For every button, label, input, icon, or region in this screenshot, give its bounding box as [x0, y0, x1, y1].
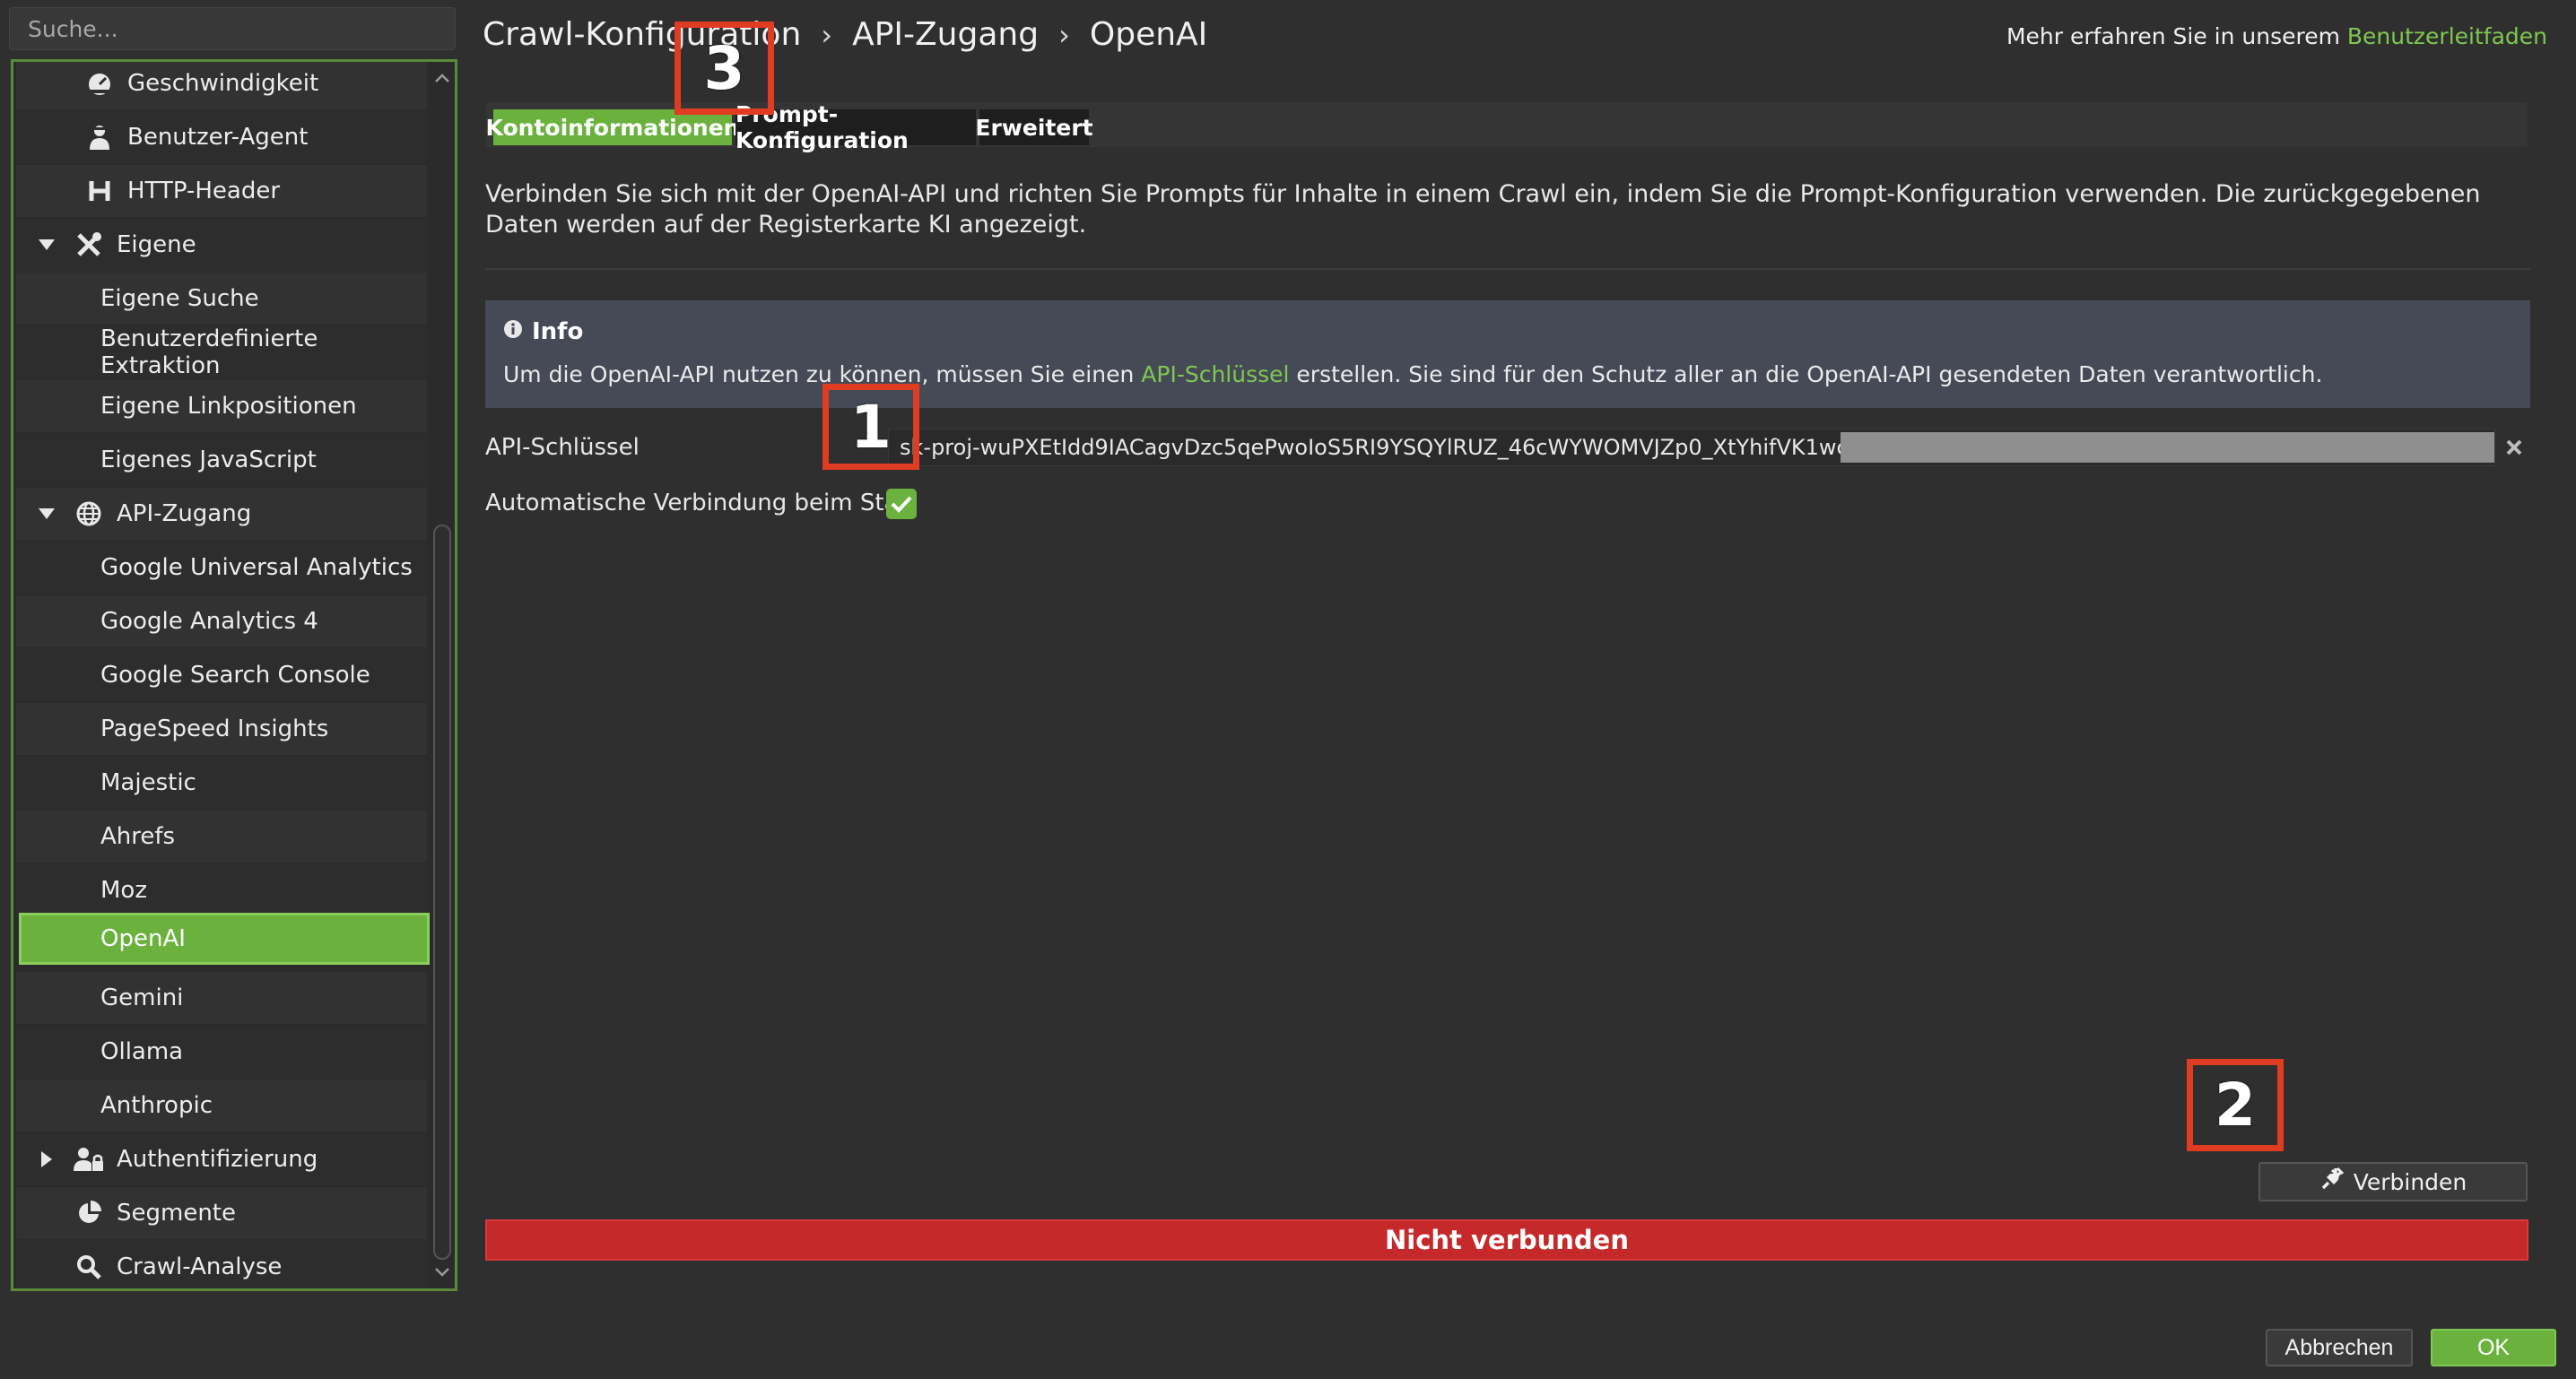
sidebar-item-http-header[interactable]: HTTP-Header — [16, 165, 427, 217]
globe-icon — [74, 499, 104, 529]
api-key-label: API-Schlüssel — [485, 434, 640, 461]
search-input[interactable] — [9, 7, 456, 50]
sidebar-item-google-analytics-4[interactable]: Google Analytics 4 — [16, 595, 427, 647]
sidebar-item-segmente[interactable]: Segmente — [16, 1187, 427, 1239]
header-icon — [84, 176, 115, 206]
sidebar-item-benutzerdefinierte-extraktion[interactable]: Benutzerdefinierte Extraktion — [16, 325, 427, 379]
sidebar-item-ahrefs[interactable]: Ahrefs — [16, 811, 427, 863]
api-key-link[interactable]: API-Schlüssel — [1141, 361, 1289, 387]
user-lock-icon — [74, 1144, 104, 1175]
auto-connect-checkbox[interactable] — [886, 489, 917, 519]
sidebar-tree: Geschwindigkeit Benutzer-Agent HTTP-Head… — [11, 59, 457, 1291]
sidebar-item-crawl-analyse[interactable]: Crawl-Analyse — [16, 1241, 427, 1288]
user-guide-link[interactable]: Benutzerleitfaden — [2347, 23, 2547, 49]
sidebar-item-pagespeed-insights[interactable]: PageSpeed Insights — [16, 703, 427, 755]
sidebar-item-benutzer-agent[interactable]: Benutzer-Agent — [16, 111, 427, 163]
sidebar-item-api-zugang[interactable]: API-Zugang — [16, 488, 427, 540]
description-text: Verbinden Sie sich mit der OpenAI-API un… — [485, 180, 2481, 239]
user-agent-icon — [84, 122, 115, 152]
sidebar-item-moz[interactable]: Moz — [16, 864, 427, 916]
cancel-button[interactable]: Abbrechen — [2266, 1329, 2413, 1366]
sidebar-item-eigene-suche[interactable]: Eigene Suche — [16, 273, 427, 325]
tab-prompt-konfiguration[interactable]: Prompt-Konfiguration — [735, 101, 976, 153]
breadcrumb-separator: › — [1058, 17, 1070, 52]
connect-button[interactable]: Verbinden — [2258, 1162, 2528, 1201]
breadcrumb: Crawl-Konfiguration › API-Zugang › OpenA… — [483, 16, 1207, 53]
tools-icon — [74, 230, 104, 260]
scrollbar-thumb[interactable] — [433, 525, 451, 1260]
sidebar-item-gemini[interactable]: Gemini — [16, 972, 427, 1024]
sidebar-item-majestic[interactable]: Majestic — [16, 757, 427, 809]
breadcrumb-item[interactable]: API-Zugang — [852, 16, 1039, 53]
sidebar-item-openai[interactable]: OpenAI — [19, 913, 430, 965]
sidebar-item-google-universal-analytics[interactable]: Google Universal Analytics — [16, 542, 427, 594]
sidebar-item-google-search-console[interactable]: Google Search Console — [16, 649, 427, 701]
annotation-marker-1: 1 — [822, 384, 919, 470]
auto-connect-label: Automatische Verbindung beim Start — [485, 490, 918, 516]
annotation-marker-2: 2 — [2187, 1059, 2284, 1151]
breadcrumb-separator: › — [821, 17, 833, 52]
sidebar-item-anthropic[interactable]: Anthropic — [16, 1080, 427, 1132]
info-box: Info Um die OpenAI-API nutzen zu können,… — [485, 300, 2530, 408]
sidebar-item-ollama[interactable]: Ollama — [16, 1026, 427, 1078]
tab-erweitert[interactable]: Erweitert — [975, 109, 1093, 145]
connection-status: Nicht verbunden — [485, 1219, 2528, 1261]
tab-bar: Kontoinformationen Prompt-Konfiguration … — [486, 101, 2528, 153]
sidebar-item-geschwindigkeit[interactable]: Geschwindigkeit — [16, 62, 427, 109]
scroll-up-icon[interactable] — [431, 67, 453, 89]
speedometer-icon — [84, 68, 115, 99]
api-key-field[interactable]: sk-proj-wuPXEtIdd9IACagvDzc5qePwoIoS5RI9… — [888, 429, 2495, 466]
chevron-down-icon[interactable] — [34, 501, 59, 526]
ok-button[interactable]: OK — [2431, 1329, 2556, 1366]
api-key-value: sk-proj-wuPXEtIdd9IACagvDzc5qePwoIoS5RI9… — [900, 435, 1849, 460]
info-title: Info — [503, 318, 583, 345]
info-icon — [503, 318, 523, 345]
search-icon — [74, 1252, 104, 1282]
sidebar-item-eigenes-javascript[interactable]: Eigenes JavaScript — [16, 434, 427, 486]
sidebar-item-authentifizierung[interactable]: Authentifizierung — [16, 1133, 427, 1185]
scroll-down-icon[interactable] — [431, 1262, 453, 1283]
sidebar-item-eigene[interactable]: Eigene — [16, 219, 427, 271]
page-title: OpenAI — [1089, 16, 1208, 53]
user-guide-hint: Mehr erfahren Sie in unserem Benutzerlei… — [2006, 23, 2547, 49]
info-text: Um die OpenAI-API nutzen zu können, müss… — [503, 361, 2323, 387]
check-icon — [891, 496, 912, 513]
annotation-marker-3: 3 — [674, 22, 774, 115]
chevron-down-icon[interactable] — [34, 232, 59, 257]
plug-icon — [2319, 1167, 2345, 1197]
chevron-right-icon[interactable] — [34, 1147, 59, 1172]
pie-chart-icon — [74, 1198, 104, 1228]
api-key-redaction — [1841, 432, 2494, 463]
clear-icon[interactable] — [2500, 432, 2528, 463]
tab-kontoinformationen[interactable]: Kontoinformationen — [486, 109, 739, 145]
sidebar-item-eigene-linkpositionen[interactable]: Eigene Linkpositionen — [16, 380, 427, 432]
divider — [485, 268, 2530, 270]
